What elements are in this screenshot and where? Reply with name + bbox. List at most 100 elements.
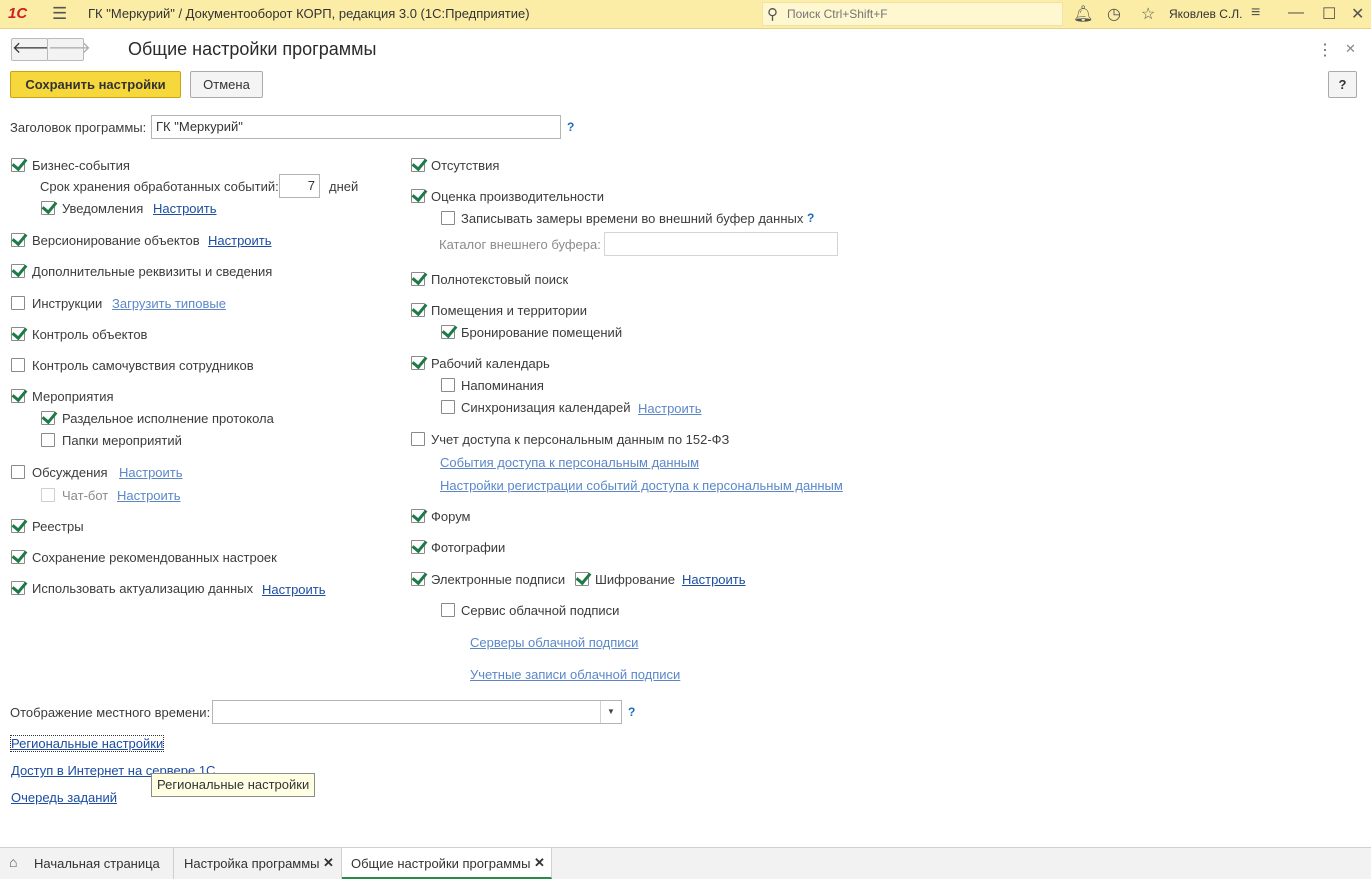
app-logo: 1С (8, 5, 28, 22)
local-time-select[interactable]: ▼ (212, 700, 622, 724)
protocol-checkbox[interactable] (41, 411, 55, 425)
event-folders-label: Папки мероприятий (62, 433, 182, 448)
registries-checkbox[interactable] (11, 519, 25, 533)
history-icon[interactable]: ◷ (1107, 4, 1121, 24)
close-tab-icon[interactable]: ✕ (323, 855, 334, 871)
pd-access-checkbox[interactable] (411, 432, 425, 446)
instructions-checkbox[interactable] (11, 296, 25, 310)
more-icon[interactable]: ⋮ (1317, 40, 1333, 60)
search-box[interactable]: ⚲ (762, 2, 1063, 26)
close-icon[interactable]: ✕ (1351, 4, 1364, 24)
discussions-settings-link[interactable]: Настроить (119, 465, 183, 480)
tab-program-settings[interactable]: Настройка программы ✕ (174, 848, 342, 879)
data-update-settings-link[interactable]: Настроить (262, 582, 326, 597)
premises-label: Помещения и территории (431, 303, 588, 318)
page-title: Общие настройки программы (128, 39, 377, 59)
notifications-label: Уведомления (62, 201, 144, 216)
help-button[interactable]: ? (1328, 71, 1357, 98)
discussions-checkbox[interactable] (11, 465, 25, 479)
close-tab-icon[interactable]: ✕ (534, 855, 545, 871)
forum-checkbox[interactable] (411, 509, 425, 523)
performance-checkbox[interactable] (411, 189, 425, 203)
calendar-checkbox[interactable] (411, 356, 425, 370)
premises-checkbox[interactable] (411, 303, 425, 317)
cloud-accounts-link[interactable]: Учетные записи облачной подписи (470, 667, 680, 682)
event-folders-checkbox[interactable] (41, 433, 55, 447)
discussions-label: Обсуждения (32, 465, 108, 480)
fulltext-checkbox[interactable] (411, 272, 425, 286)
close-form-icon[interactable]: ✕ (1345, 41, 1356, 57)
saved-settings-checkbox[interactable] (11, 550, 25, 564)
save-button[interactable]: Сохранить настройки (10, 71, 181, 98)
versioning-checkbox[interactable] (11, 233, 25, 247)
calendar-label: Рабочий календарь (431, 356, 550, 371)
photos-checkbox[interactable] (411, 540, 425, 554)
cal-sync-checkbox[interactable] (441, 400, 455, 414)
bell-icon[interactable]: 🔔︎ (1073, 4, 1093, 24)
registries-label: Реестры (32, 519, 84, 534)
pd-events-link[interactable]: События доступа к персональным данным (440, 455, 699, 470)
protocol-label: Раздельное исполнение протокола (62, 411, 274, 426)
reminders-label: Напоминания (461, 378, 544, 393)
pd-settings-link[interactable]: Настройки регистрации событий доступа к … (440, 478, 843, 493)
chevron-down-icon[interactable]: ▼ (600, 701, 621, 723)
tab-label: Начальная страница (34, 856, 160, 871)
versioning-settings-link[interactable]: Настроить (208, 233, 272, 248)
chatbot-checkbox[interactable] (41, 488, 55, 502)
tab-general-settings[interactable]: Общие настройки программы ✕ (342, 848, 552, 879)
help-icon[interactable]: ? (807, 211, 814, 225)
search-icon: ⚲ (767, 6, 778, 23)
object-control-label: Контроль объектов (32, 327, 148, 342)
encryption-settings-link[interactable]: Настроить (682, 572, 746, 587)
cloud-servers-link[interactable]: Серверы облачной подписи (470, 635, 638, 650)
buffer-dir-field[interactable] (604, 232, 838, 256)
tab-label: Настройка программы (184, 856, 320, 871)
encryption-label: Шифрование (595, 572, 675, 587)
forward-button[interactable]: 🡒 (47, 38, 91, 61)
minimize-icon[interactable]: — (1288, 4, 1304, 22)
app-title-field[interactable]: ГК "Меркурий" (151, 115, 561, 139)
notifications-settings-link[interactable]: Настроить (153, 201, 217, 216)
events-checkbox[interactable] (11, 389, 25, 403)
help-icon[interactable]: ? (628, 705, 635, 719)
cancel-button[interactable]: Отмена (190, 71, 263, 98)
time-buffer-checkbox[interactable] (441, 211, 455, 225)
buffer-dir-label: Каталог внешнего буфера: (439, 237, 601, 252)
wellbeing-checkbox[interactable] (11, 358, 25, 372)
object-control-checkbox[interactable] (11, 327, 25, 341)
back-button[interactable]: 🡐 (11, 38, 55, 61)
business-events-checkbox[interactable] (11, 158, 25, 172)
tab-home[interactable]: ⌂ Начальная страница (0, 848, 174, 879)
tooltip: Региональные настройки (151, 773, 316, 797)
cloud-sign-checkbox[interactable] (441, 603, 455, 617)
retention-label: Срок хранения обработанных событий: (40, 179, 279, 194)
retention-unit: дней (329, 179, 359, 194)
additional-props-checkbox[interactable] (11, 264, 25, 278)
retention-days-field[interactable]: 7 (279, 174, 320, 198)
settings-icon[interactable]: ≡ (1251, 4, 1260, 22)
versioning-label: Версионирование объектов (32, 233, 200, 248)
tab-label: Общие настройки программы (351, 856, 531, 871)
menu-icon[interactable]: ☰ (52, 4, 67, 24)
data-update-checkbox[interactable] (11, 581, 25, 595)
maximize-icon[interactable]: ☐ (1322, 4, 1336, 24)
absences-checkbox[interactable] (411, 158, 425, 172)
regional-settings-link[interactable]: Региональные настройки (9, 735, 165, 752)
help-icon[interactable]: ? (567, 120, 574, 134)
reminders-checkbox[interactable] (441, 378, 455, 392)
arrow-right-icon: 🡒 (48, 40, 91, 57)
app-title: ГК "Меркурий" / Документооборот КОРП, ре… (88, 6, 530, 21)
time-buffer-label: Записывать замеры времени во внешний буф… (461, 211, 804, 226)
star-icon[interactable]: ☆ (1141, 4, 1155, 24)
chatbot-settings-link[interactable]: Настроить (117, 488, 181, 503)
encryption-checkbox[interactable] (575, 572, 589, 586)
notifications-checkbox[interactable] (41, 201, 55, 215)
booking-checkbox[interactable] (441, 325, 455, 339)
job-queue-link[interactable]: Очередь заданий (11, 790, 117, 805)
cal-sync-settings-link[interactable]: Настроить (638, 401, 702, 416)
load-standard-link[interactable]: Загрузить типовые (112, 296, 226, 311)
esign-checkbox[interactable] (411, 572, 425, 586)
forum-label: Форум (431, 509, 471, 524)
user-name[interactable]: Яковлев С.Л. (1169, 7, 1242, 21)
search-input[interactable] (785, 6, 1055, 22)
